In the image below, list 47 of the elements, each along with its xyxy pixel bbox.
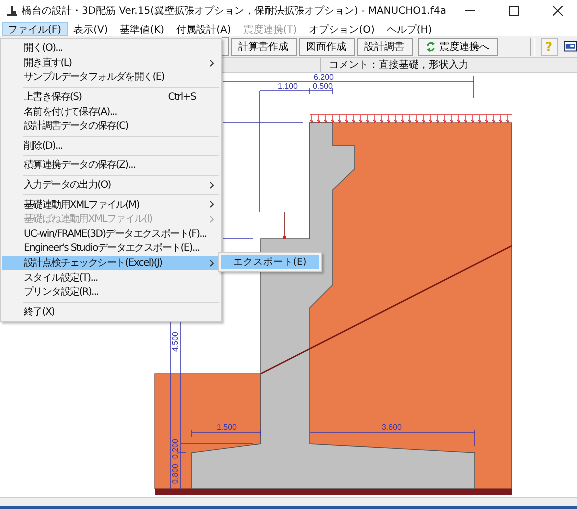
dimension-label: 6.200 bbox=[314, 73, 334, 82]
dimension-label: 1.100 bbox=[278, 82, 298, 91]
menu-item[interactable]: Engineer's Studioデータエクスポート(E)... bbox=[2, 241, 220, 256]
toolbar-button[interactable]: 震度連携へ bbox=[418, 38, 498, 56]
chevron-right-icon bbox=[210, 182, 214, 189]
close-icon[interactable] bbox=[553, 6, 563, 16]
menu-item[interactable]: 表示(V) bbox=[68, 22, 114, 36]
menu-item[interactable]: ヘルプ(H) bbox=[380, 22, 438, 36]
dimension-label: 3.600 bbox=[382, 423, 402, 432]
maximize-icon[interactable] bbox=[509, 6, 519, 16]
menu-item[interactable]: プリンタ設定(R)... bbox=[2, 284, 220, 300]
app-icon bbox=[6, 5, 18, 17]
menu-item[interactable]: エクスポート(E) bbox=[221, 255, 319, 269]
menu-item[interactable]: サンプルデータフォルダを開く(E) bbox=[2, 70, 220, 85]
dimension-label: 0.500 bbox=[312, 82, 334, 91]
menu-item[interactable]: オプション(O) bbox=[303, 22, 381, 36]
chevron-right-icon bbox=[210, 60, 214, 67]
dimension-label: 0.200 bbox=[171, 438, 180, 460]
window-title: 橋台の設計・3D配筋 Ver.15(翼壁拡張オプション，保耐法拡張オプション) - MANUCHO1.f4a bbox=[22, 4, 447, 18]
menu-item[interactable]: 終了(X) bbox=[2, 304, 220, 320]
menu-item[interactable]: 開く(O)... bbox=[2, 41, 220, 56]
dimension-label: 1.500 bbox=[216, 423, 238, 432]
point-load-arrow bbox=[284, 212, 286, 239]
menu-item[interactable]: UC-win/FRAME(3D)データエクスポート(F)... bbox=[2, 226, 220, 242]
menu-item[interactable]: スタイル設定(T)... bbox=[2, 270, 220, 285]
menu-item[interactable]: 積算連携データの保存(Z)... bbox=[2, 158, 220, 173]
chevron-right-icon bbox=[210, 260, 214, 267]
refresh-icon bbox=[426, 42, 436, 52]
menu-item[interactable]: 設計調書データの保存(C) bbox=[2, 118, 220, 134]
menu-item[interactable]: 開き直す(L) bbox=[2, 56, 220, 70]
dimension-label: 4.500 bbox=[171, 332, 180, 352]
toolbar-button[interactable]: 設計調書 bbox=[356, 38, 413, 56]
menu-item[interactable]: 基礎連動用XMLファイル(M) bbox=[2, 197, 220, 212]
menu-item[interactable]: ファイル(F) bbox=[2, 22, 68, 36]
menu-item[interactable]: 付属設計(A) bbox=[170, 22, 238, 36]
toolbar-button[interactable] bbox=[222, 37, 229, 56]
menu-item[interactable]: 削除(D)... bbox=[2, 138, 220, 154]
dimension-label: 0.800 bbox=[171, 464, 180, 484]
comment-label: コメント：直接基礎，形状入力 bbox=[320, 58, 469, 72]
menu-item[interactable]: 基準値(K) bbox=[114, 22, 171, 36]
menu-item[interactable]: 上書き保存(S) Ctrl+S bbox=[2, 90, 220, 104]
toolbar-button[interactable]: 計算書作成 bbox=[230, 38, 297, 56]
card-icon[interactable] bbox=[564, 41, 577, 52]
menu-item[interactable]: 入力データの出力(O) bbox=[2, 178, 220, 192]
toolbar-button[interactable]: 図面作成 bbox=[298, 38, 355, 56]
menu-item[interactable]: 名前を付けて保存(A)... bbox=[2, 104, 220, 119]
menu-item[interactable]: 設計点検チェックシート(Excel)(J) bbox=[2, 256, 220, 270]
